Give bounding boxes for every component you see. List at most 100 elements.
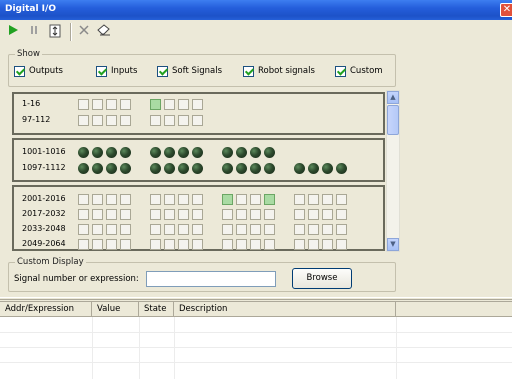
robot-signal-led[interactable] — [164, 163, 175, 174]
signal-indicator[interactable] — [150, 224, 161, 235]
signal-indicator[interactable] — [164, 99, 175, 110]
signal-indicator[interactable] — [150, 194, 161, 205]
pause-icon[interactable] — [26, 24, 42, 40]
scroll-down-icon[interactable]: ▼ — [387, 238, 399, 251]
close-button[interactable]: ✕ — [500, 3, 512, 17]
inputs-check-icon[interactable] — [96, 66, 107, 77]
robot-signal-led[interactable] — [236, 163, 247, 174]
robot-signal-led[interactable] — [236, 147, 247, 158]
signal-indicator[interactable] — [120, 194, 131, 205]
signal-indicator[interactable] — [178, 99, 189, 110]
signal-indicator[interactable] — [92, 224, 103, 235]
signal-indicator[interactable] — [164, 224, 175, 235]
signal-indicator[interactable] — [120, 115, 131, 126]
signal-indicator[interactable] — [264, 209, 275, 220]
custom-check-icon[interactable] — [335, 66, 346, 77]
signal-indicator[interactable] — [78, 99, 89, 110]
robot-signal-led[interactable] — [78, 163, 89, 174]
robot-signal-led[interactable] — [150, 147, 161, 158]
signal-indicator[interactable] — [78, 239, 89, 250]
robot-signal-led[interactable] — [192, 163, 203, 174]
signal-indicator[interactable] — [336, 194, 347, 205]
outputs-check-icon[interactable] — [14, 66, 25, 77]
signal-indicator[interactable] — [164, 239, 175, 250]
signal-indicator[interactable] — [322, 239, 333, 250]
signal-indicator[interactable] — [164, 194, 175, 205]
column-header-addr[interactable]: Addr/Expression — [0, 302, 92, 317]
eraser-icon[interactable] — [96, 24, 112, 40]
signal-indicator[interactable] — [106, 209, 117, 220]
signal-indicator[interactable] — [236, 209, 247, 220]
signal-indicator[interactable] — [294, 209, 305, 220]
signal-indicator[interactable] — [78, 209, 89, 220]
signal-indicator[interactable] — [322, 209, 333, 220]
signal-indicator[interactable] — [150, 99, 161, 110]
signal-indicator[interactable] — [150, 209, 161, 220]
signal-indicator[interactable] — [222, 194, 233, 205]
signal-indicator[interactable] — [308, 209, 319, 220]
signal-indicator[interactable] — [92, 115, 103, 126]
robot-signal-led[interactable] — [222, 147, 233, 158]
signal-indicator[interactable] — [192, 99, 203, 110]
signal-indicator[interactable] — [192, 194, 203, 205]
signal-indicator[interactable] — [78, 115, 89, 126]
signal-indicator[interactable] — [222, 224, 233, 235]
signal-indicator[interactable] — [150, 115, 161, 126]
signal-indicator[interactable] — [78, 224, 89, 235]
signal-indicator[interactable] — [178, 194, 189, 205]
signal-indicator[interactable] — [192, 115, 203, 126]
robot-signal-led[interactable] — [322, 163, 333, 174]
signals-scrollbar[interactable]: ▲ ▼ — [386, 90, 400, 252]
robot-signal-led[interactable] — [336, 163, 347, 174]
signal-indicator[interactable] — [322, 194, 333, 205]
column-header-description[interactable]: Description — [174, 302, 396, 317]
signal-indicator[interactable] — [336, 209, 347, 220]
signal-indicator[interactable] — [92, 194, 103, 205]
signal-indicator[interactable] — [336, 224, 347, 235]
robot-signal-led[interactable] — [178, 147, 189, 158]
splitter[interactable] — [0, 297, 512, 300]
signal-indicator[interactable] — [192, 239, 203, 250]
signal-indicator[interactable] — [178, 209, 189, 220]
signal-indicator[interactable] — [178, 224, 189, 235]
signal-indicator[interactable] — [164, 209, 175, 220]
robot-signal-led[interactable] — [120, 147, 131, 158]
scroll-up-icon[interactable]: ▲ — [387, 91, 399, 104]
signal-indicator[interactable] — [264, 224, 275, 235]
delete-icon[interactable] — [76, 24, 92, 40]
robot-signal-led[interactable] — [92, 163, 103, 174]
signal-indicator[interactable] — [106, 239, 117, 250]
signal-indicator[interactable] — [150, 239, 161, 250]
robot-signal-led[interactable] — [150, 163, 161, 174]
robot-signal-led[interactable] — [178, 163, 189, 174]
signal-indicator[interactable] — [106, 99, 117, 110]
soft-signals-check-icon[interactable] — [157, 66, 168, 77]
robot-signal-led[interactable] — [250, 147, 261, 158]
robot-signal-led[interactable] — [294, 163, 305, 174]
robot-signals-check-icon[interactable] — [243, 66, 254, 77]
robot-signal-led[interactable] — [222, 163, 233, 174]
column-header-value[interactable]: Value — [92, 302, 139, 317]
robot-signal-led[interactable] — [264, 163, 275, 174]
signal-indicator[interactable] — [178, 239, 189, 250]
signal-indicator[interactable] — [264, 239, 275, 250]
signal-indicator[interactable] — [92, 239, 103, 250]
signal-indicator[interactable] — [236, 239, 247, 250]
robot-signal-led[interactable] — [264, 147, 275, 158]
signal-expression-input[interactable] — [146, 271, 276, 287]
robot-signal-led[interactable] — [192, 147, 203, 158]
signal-indicator[interactable] — [294, 239, 305, 250]
signal-indicator[interactable] — [294, 224, 305, 235]
signal-indicator[interactable] — [106, 194, 117, 205]
robot-signal-led[interactable] — [78, 147, 89, 158]
robot-signal-led[interactable] — [308, 163, 319, 174]
scroll-thumb[interactable] — [387, 105, 399, 135]
signal-indicator[interactable] — [236, 194, 247, 205]
signal-indicator[interactable] — [308, 194, 319, 205]
signal-indicator[interactable] — [250, 209, 261, 220]
signal-indicator[interactable] — [250, 224, 261, 235]
signal-indicator[interactable] — [106, 115, 117, 126]
signal-indicator[interactable] — [164, 115, 175, 126]
signal-indicator[interactable] — [120, 99, 131, 110]
robot-signal-led[interactable] — [92, 147, 103, 158]
